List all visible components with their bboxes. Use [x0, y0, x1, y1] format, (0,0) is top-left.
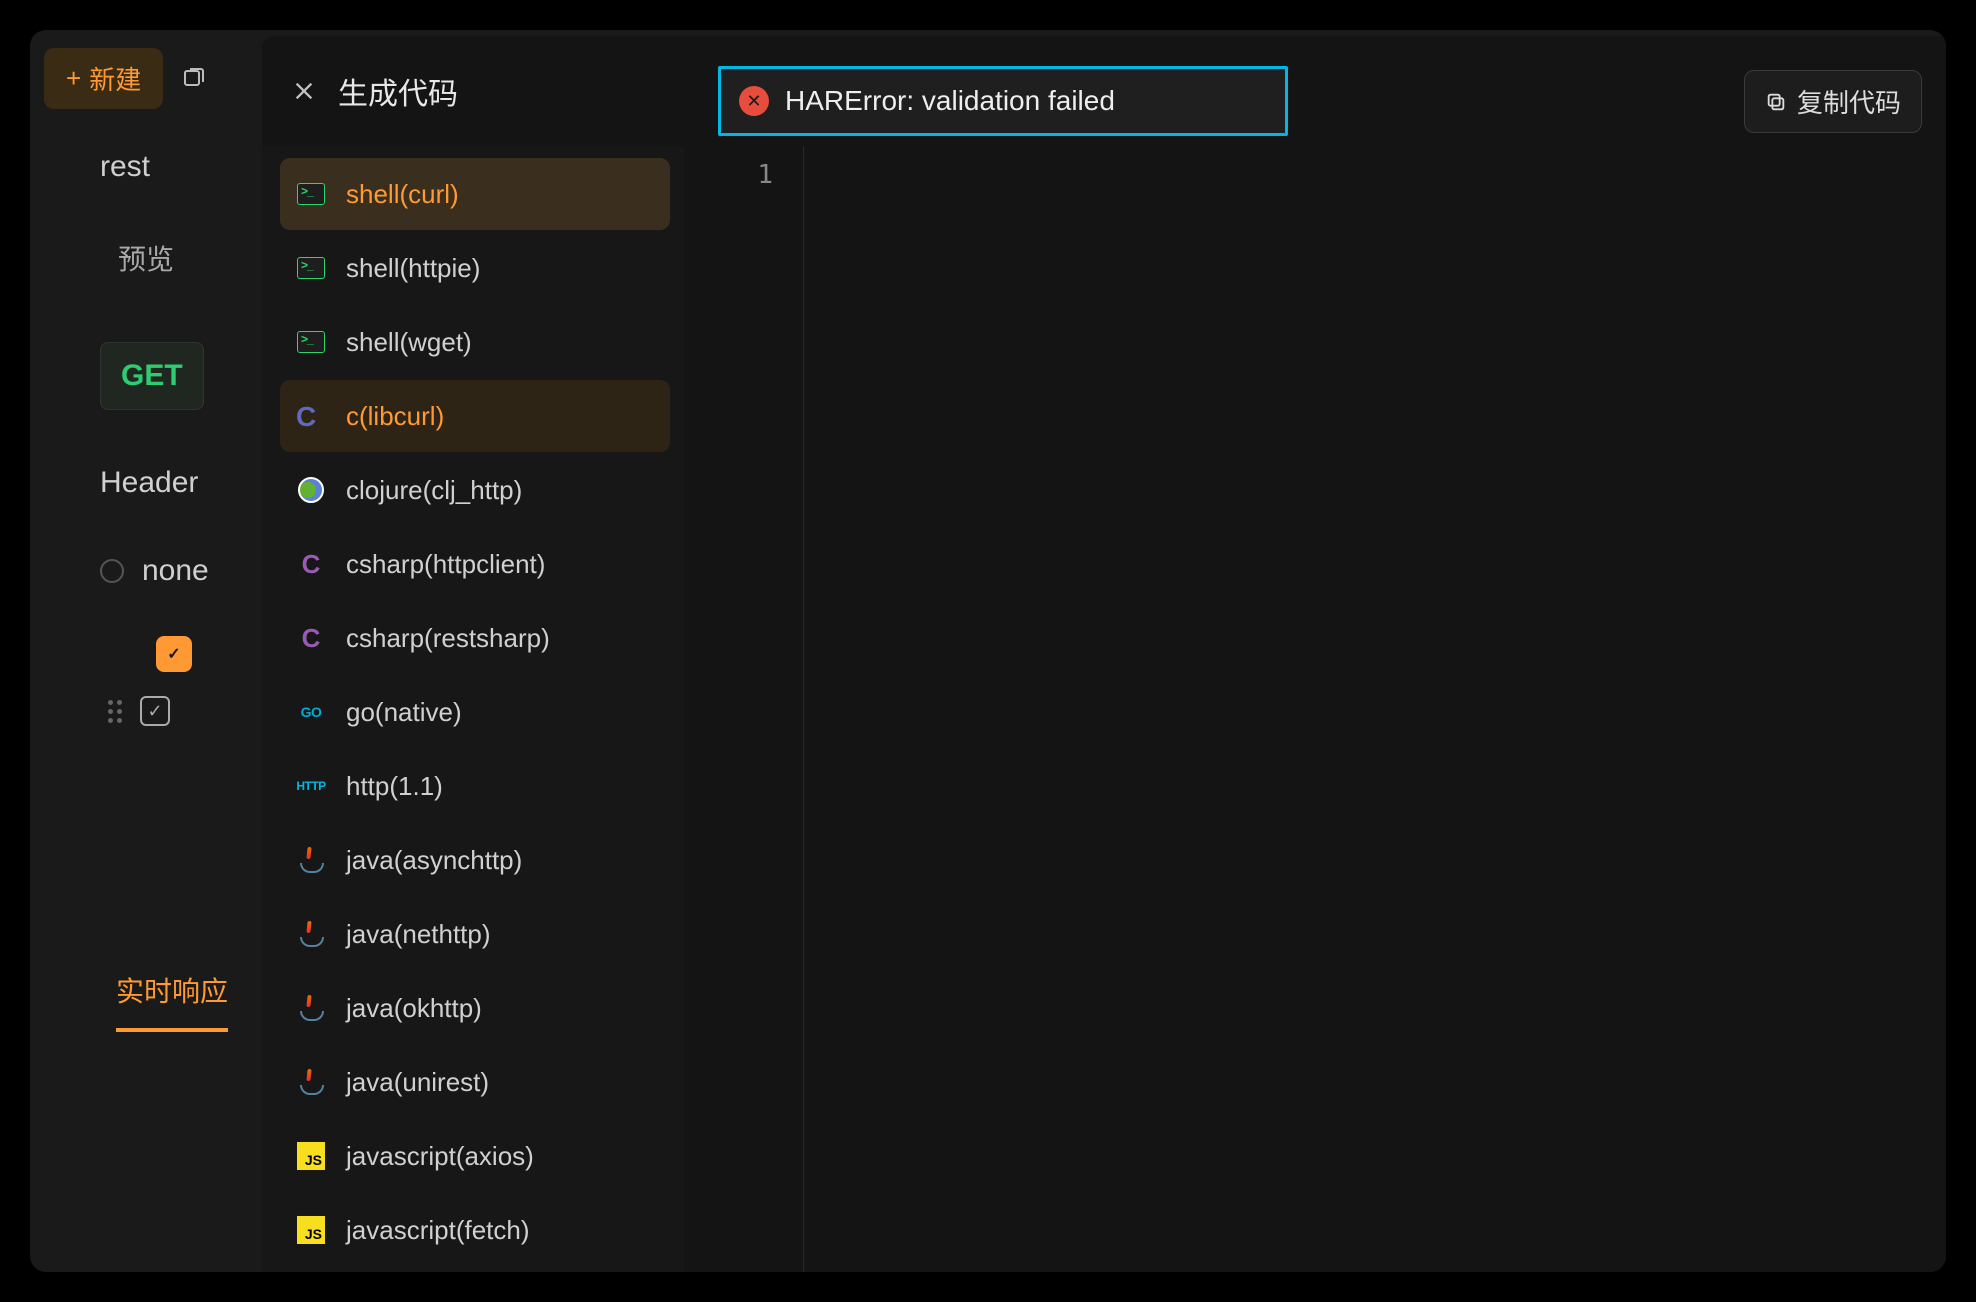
language-option[interactable]: Ccsharp(restsharp): [280, 602, 670, 674]
language-option[interactable]: JS javascript(axios): [280, 1120, 670, 1192]
bg-toolbar: + 新建: [30, 48, 241, 109]
modal-title: 生成代码: [338, 69, 458, 113]
c-icon: C: [296, 401, 326, 431]
close-icon: [293, 80, 315, 102]
error-text: HARError: validation failed: [785, 85, 1115, 117]
language-option[interactable]: Cc(libcurl): [280, 380, 670, 452]
live-response-tab[interactable]: 实时响应: [116, 970, 228, 1032]
term-icon: [296, 253, 326, 283]
editor-gutter: 1: [684, 146, 804, 1272]
language-label: javascript(axios): [346, 1141, 534, 1172]
java-icon: [296, 993, 326, 1023]
js-icon: JS: [296, 1141, 326, 1171]
http-method-pill[interactable]: GET: [100, 342, 204, 410]
close-button[interactable]: [280, 67, 328, 115]
code-editor[interactable]: 1: [684, 146, 1946, 1272]
new-button[interactable]: + 新建: [44, 48, 163, 109]
share-fragment: [181, 55, 241, 103]
new-button-label: 新建: [89, 60, 141, 97]
code-area[interactable]: [804, 146, 1946, 1272]
language-label: java(okhttp): [346, 993, 482, 1024]
language-label: csharp(restsharp): [346, 623, 550, 654]
app-window: + 新建 rest 预览 GET Header none ✓ ✓ 实时响应: [30, 30, 1946, 1272]
language-label: java(nethttp): [346, 919, 491, 950]
language-label: shell(curl): [346, 179, 459, 210]
copy-label: 复制代码: [1797, 83, 1901, 120]
bg-left-column: rest 预览 GET Header none ✓ ✓: [100, 150, 260, 726]
clojure-icon: [296, 475, 326, 505]
language-label: clojure(clj_http): [346, 475, 522, 506]
language-label: http(1.1): [346, 771, 443, 802]
language-option[interactable]: HTTP http(1.1): [280, 750, 670, 822]
language-label: java(asynchttp): [346, 845, 522, 876]
auth-none-row[interactable]: none: [100, 554, 260, 588]
language-label: shell(httpie): [346, 253, 480, 284]
line-number: 1: [684, 160, 773, 190]
copy-code-button[interactable]: 复制代码: [1744, 70, 1922, 133]
checked-box[interactable]: ✓: [156, 636, 192, 672]
language-label: shell(wget): [346, 327, 472, 358]
language-option[interactable]: clojure(clj_http): [280, 454, 670, 526]
radio-icon: [100, 559, 124, 583]
language-label: c(libcurl): [346, 401, 444, 432]
language-option[interactable]: shell(curl): [280, 158, 670, 230]
go-icon: GO: [296, 697, 326, 727]
language-option[interactable]: Ccsharp(httpclient): [280, 528, 670, 600]
share-icon: [181, 67, 205, 91]
java-icon: [296, 845, 326, 875]
language-sidebar[interactable]: shell(curl) shell(httpie) shell(wget) Cc(li…: [262, 146, 684, 1272]
language-option[interactable]: shell(httpie): [280, 232, 670, 304]
language-option[interactable]: JS javascript(fetch): [280, 1194, 670, 1266]
csharp-icon: C: [296, 549, 326, 579]
drag-handle-icon[interactable]: [108, 700, 122, 723]
preview-button[interactable]: 预览: [100, 224, 192, 292]
java-icon: [296, 1067, 326, 1097]
plus-icon: +: [66, 63, 81, 94]
error-icon: ✕: [739, 86, 769, 116]
rest-label: rest: [100, 150, 260, 184]
header-tab[interactable]: Header: [100, 466, 260, 500]
http-icon: HTTP: [296, 771, 326, 801]
none-label: none: [142, 554, 209, 588]
language-label: go(native): [346, 697, 462, 728]
language-label: csharp(httpclient): [346, 549, 545, 580]
language-option[interactable]: java(nethttp): [280, 898, 670, 970]
language-option[interactable]: shell(wget): [280, 306, 670, 378]
language-label: javascript(fetch): [346, 1215, 530, 1246]
language-option[interactable]: GO go(native): [280, 676, 670, 748]
language-option[interactable]: java(asynchttp): [280, 824, 670, 896]
outline-checkbox[interactable]: ✓: [140, 696, 170, 726]
code-gen-modal: 生成代码 ✕ HARError: validation failed 复制代码 …: [262, 36, 1946, 1272]
term-icon: [296, 179, 326, 209]
csharp-icon: C: [296, 623, 326, 653]
language-label: java(unirest): [346, 1067, 489, 1098]
error-toast: ✕ HARError: validation failed: [718, 66, 1288, 136]
modal-header: 生成代码 ✕ HARError: validation failed 复制代码: [262, 36, 1946, 146]
param-row[interactable]: ✓: [108, 696, 260, 726]
language-option[interactable]: java(okhttp): [280, 972, 670, 1044]
js-icon: JS: [296, 1215, 326, 1245]
term-icon: [296, 327, 326, 357]
copy-icon: [1765, 91, 1787, 113]
modal-body: shell(curl) shell(httpie) shell(wget) Cc(li…: [262, 146, 1946, 1272]
java-icon: [296, 919, 326, 949]
language-option[interactable]: java(unirest): [280, 1046, 670, 1118]
